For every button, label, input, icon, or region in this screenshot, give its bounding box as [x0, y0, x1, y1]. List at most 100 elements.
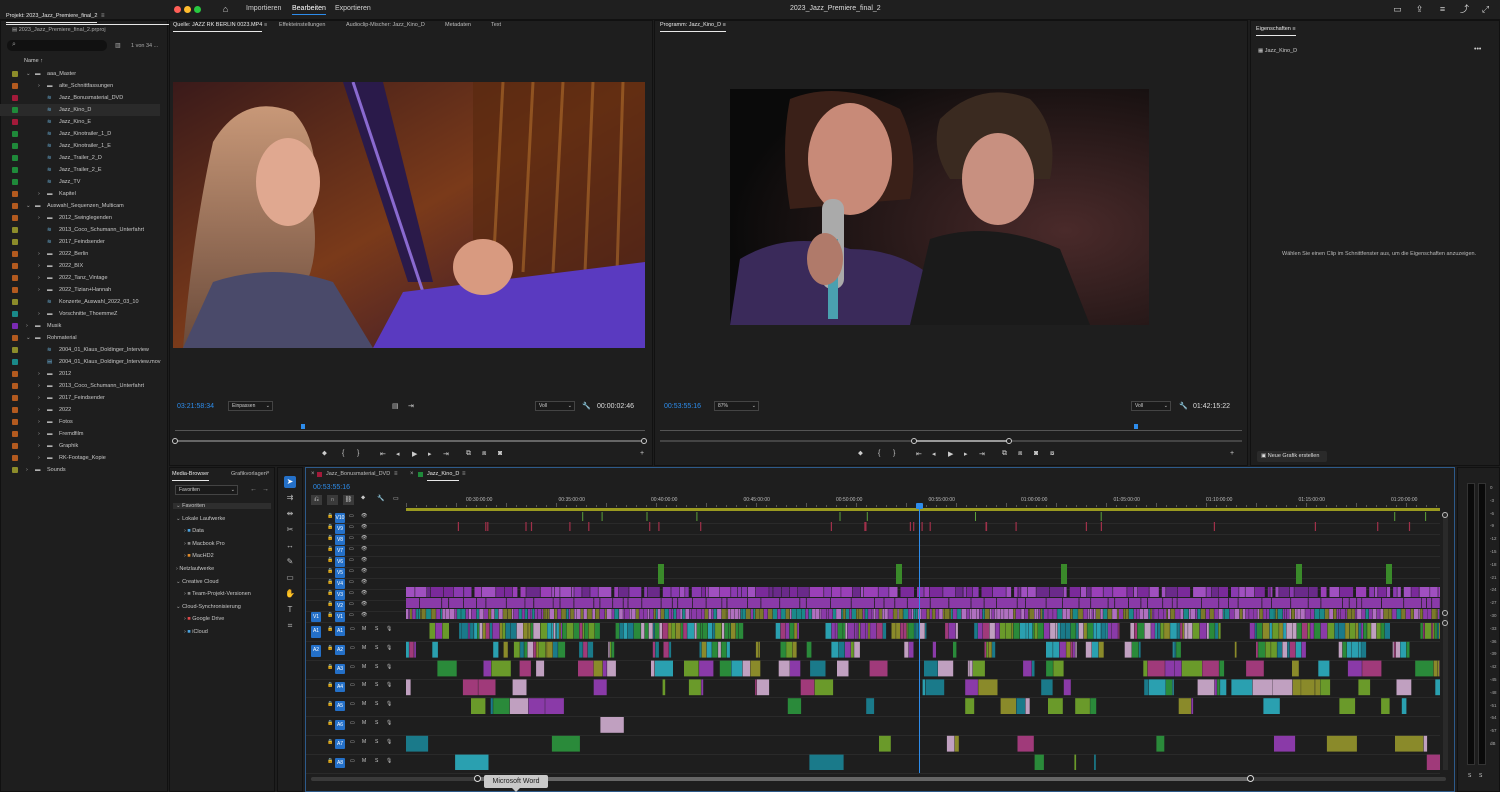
settings-wrench-icon[interactable]: 🔧	[377, 495, 384, 502]
track-label[interactable]: V4	[335, 579, 345, 589]
sync-lock-icon[interactable]: ▭	[350, 682, 355, 688]
track-label[interactable]: V10	[335, 513, 345, 523]
solo-button[interactable]: S	[375, 682, 378, 688]
mute-button[interactable]: M	[362, 645, 366, 651]
project-item[interactable]: ≋ Jazz_Kinotrailer_1_E	[0, 140, 160, 152]
sync-lock-icon[interactable]: ▭	[349, 524, 354, 530]
track-label[interactable]: V5	[335, 568, 345, 578]
sync-lock-icon[interactable]: ▭	[349, 557, 354, 563]
label-color-swatch[interactable]	[12, 407, 18, 413]
chevron-right-icon[interactable]: ›	[38, 440, 40, 452]
track-label[interactable]: A7	[335, 738, 345, 749]
media-browser-item[interactable]: › ■ iCloud	[184, 629, 208, 635]
source-tab-0[interactable]: Quelle: JAZZ RK BERLIN 0023.MP4	[173, 22, 263, 32]
razor-tool-icon[interactable]: ✂	[284, 524, 296, 536]
label-color-swatch[interactable]	[12, 431, 18, 437]
chevron-right-icon[interactable]: ›	[38, 80, 40, 92]
label-color-swatch[interactable]	[12, 299, 18, 305]
microphone-icon[interactable]: 🎙	[386, 682, 392, 688]
chevron-down-icon[interactable]: ⌄	[26, 68, 31, 80]
mute-button[interactable]: M	[362, 739, 366, 745]
solo-left-button[interactable]: S	[1468, 773, 1471, 779]
panel-menu-icon[interactable]: ≡	[101, 13, 105, 19]
label-color-swatch[interactable]	[12, 143, 18, 149]
close-window-button[interactable]	[174, 6, 181, 13]
lock-icon[interactable]: 🔒	[327, 579, 333, 585]
project-item[interactable]: › ▬ Kapitel	[0, 188, 160, 200]
label-color-swatch[interactable]	[12, 251, 18, 257]
label-color-swatch[interactable]	[12, 203, 18, 209]
label-color-swatch[interactable]	[12, 455, 18, 461]
type-tool-icon[interactable]: T	[284, 604, 296, 616]
sync-lock-icon[interactable]: ▭	[350, 720, 355, 726]
go-to-out-icon[interactable]: ⇥	[979, 450, 985, 458]
project-item[interactable]: › ▬ 2012_Swinglegenden	[0, 212, 160, 224]
close-tab-icon[interactable]: ×	[311, 471, 315, 477]
chevron-right-icon[interactable]: ›	[38, 380, 40, 392]
label-color-swatch[interactable]	[12, 95, 18, 101]
mark-in-icon[interactable]: {	[342, 450, 344, 457]
scroll-handle-audio-top[interactable]	[1442, 620, 1448, 626]
track-select-tool-icon[interactable]: ⇉	[284, 492, 296, 504]
track-label[interactable]: V1	[335, 612, 345, 622]
chevron-right-icon[interactable]: ›	[38, 368, 40, 380]
step-forward-icon[interactable]: ▸	[428, 450, 432, 458]
label-color-swatch[interactable]	[12, 311, 18, 317]
captions-icon[interactable]: ▭	[393, 495, 399, 502]
lock-icon[interactable]: 🔒	[327, 513, 333, 519]
sync-lock-icon[interactable]: ▭	[350, 626, 355, 632]
nav-import[interactable]: Importieren	[246, 5, 281, 12]
media-browser-item[interactable]: ⌄ Creative Cloud	[176, 579, 219, 585]
chevron-right-icon[interactable]: ›	[38, 404, 40, 416]
new-graphic-button[interactable]: ▣ Neue Grafik erstellen	[1257, 451, 1327, 462]
media-browser-item[interactable]: › ■ Data	[184, 528, 204, 534]
microphone-icon[interactable]: 🎙	[386, 626, 392, 632]
snap-icon[interactable]: ∩	[327, 495, 338, 505]
chevron-right-icon[interactable]: ›	[38, 452, 40, 464]
project-item[interactable]: ≋ Jazz_Kino_E	[0, 116, 160, 128]
chevron-down-icon[interactable]: ⌄	[26, 200, 31, 212]
project-item[interactable]: ⌄ ▬ aaa_Master	[0, 68, 160, 80]
solo-button[interactable]: S	[375, 720, 378, 726]
column-name[interactable]: Name ↑	[24, 58, 43, 64]
program-time-ruler[interactable]	[660, 424, 1242, 431]
solo-button[interactable]: S	[375, 664, 378, 670]
timeline-tab-kino[interactable]: Jazz_Kino_D	[427, 471, 460, 481]
solo-right-button[interactable]: S	[1479, 773, 1482, 779]
source-fit-dropdown[interactable]: Einpassen ⌄	[228, 401, 273, 411]
new-bin-icon[interactable]: ▥	[115, 42, 121, 49]
sync-lock-icon[interactable]: ▭	[349, 568, 354, 574]
track-label[interactable]: V8	[335, 535, 345, 545]
source-tab-3[interactable]: Metadaten	[445, 22, 471, 28]
project-item[interactable]: › ▬ Musik	[0, 320, 160, 332]
label-color-swatch[interactable]	[12, 275, 18, 281]
source-patch-a2[interactable]: A2	[311, 644, 321, 657]
mute-button[interactable]: M	[362, 720, 366, 726]
eye-icon[interactable]: 👁	[361, 557, 367, 563]
zoom-window-button[interactable]	[194, 6, 201, 13]
track-label[interactable]: V6	[335, 557, 345, 567]
project-item[interactable]: › ▬ 2022_BIX	[0, 260, 160, 272]
project-item[interactable]: ≋ Konzerte_Auswahl_2022_03_10	[0, 296, 160, 308]
rectangle-tool-icon[interactable]: ▭	[284, 572, 296, 584]
go-to-in-icon[interactable]: ⇤	[380, 450, 386, 458]
project-item[interactable]: › ▬ alte_Schnittfassungen	[0, 80, 160, 92]
panel-menu-icon[interactable]: ≡	[1292, 26, 1295, 32]
track-label[interactable]: A1	[335, 626, 345, 636]
go-to-out-icon[interactable]: ⇥	[443, 450, 449, 458]
timeline-timecode[interactable]: 00:53:55:16	[313, 484, 350, 491]
sync-lock-icon[interactable]: ▭	[349, 546, 354, 552]
chevron-right-icon[interactable]: ›	[38, 392, 40, 404]
overwrite-clip-icon[interactable]: ⧈	[482, 450, 486, 458]
sync-lock-icon[interactable]: ▭	[350, 701, 355, 707]
track-label[interactable]: V9	[335, 524, 345, 534]
source-tab-2[interactable]: Audioclip-Mischer: Jazz_Kino_D	[346, 22, 425, 28]
project-item[interactable]: › ▬ Fotos	[0, 416, 160, 428]
project-item[interactable]: › ▬ Sounds	[0, 464, 160, 476]
project-item[interactable]: › ▬ 2012	[0, 368, 160, 380]
minimize-window-button[interactable]	[184, 6, 191, 13]
add-button-icon[interactable]: +	[1230, 450, 1234, 457]
label-color-swatch[interactable]	[12, 71, 18, 77]
project-item[interactable]: › ▬ 2022_Berlin	[0, 248, 160, 260]
program-timecode[interactable]: 00:53:55:16	[664, 403, 701, 410]
